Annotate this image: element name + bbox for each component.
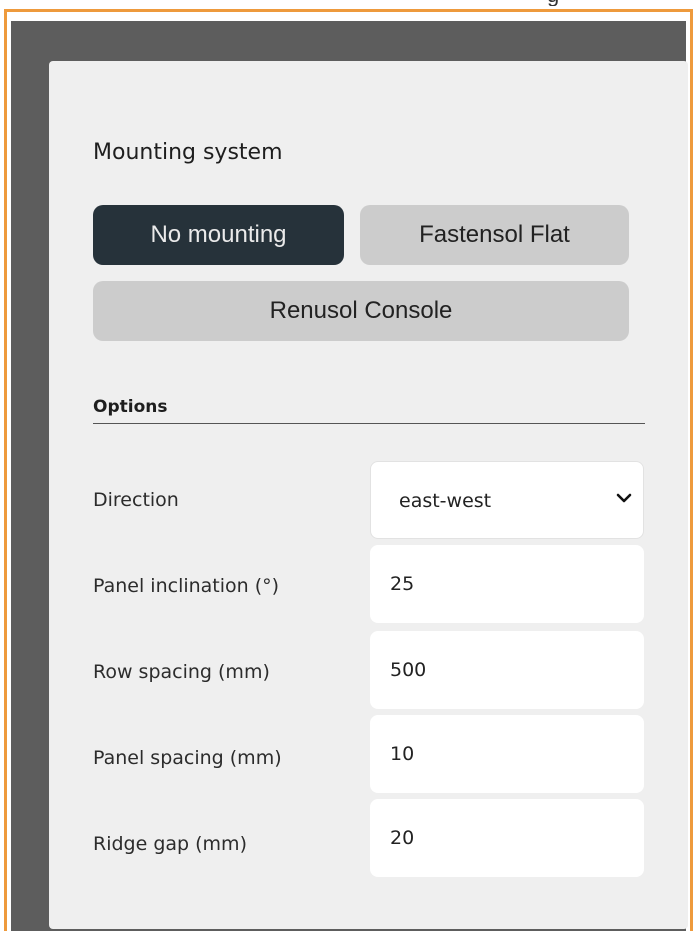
mounting-option-fastensol-flat[interactable]: Fastensol Flat <box>360 205 629 265</box>
direction-select-value: east-west <box>399 490 492 512</box>
panel-spacing-label: Panel spacing (mm) <box>93 747 282 769</box>
panel-spacing-input[interactable] <box>370 715 644 793</box>
options-heading: Options <box>93 397 168 417</box>
options-divider <box>93 423 645 424</box>
row-spacing-label: Row spacing (mm) <box>93 661 270 683</box>
ridge-gap-input[interactable] <box>370 799 644 877</box>
clipped-text-fragment: g <box>547 0 607 6</box>
mounting-option-renusol-console[interactable]: Renusol Console <box>93 281 629 341</box>
chevron-down-icon <box>616 493 632 503</box>
direction-select[interactable]: east-west <box>370 461 644 539</box>
direction-label: Direction <box>93 489 179 511</box>
panel-inclination-label: Panel inclination (°) <box>93 575 280 597</box>
ridge-gap-label: Ridge gap (mm) <box>93 833 247 855</box>
mounting-option-no-mounting[interactable]: No mounting <box>93 205 344 265</box>
backdrop: Mounting system No mounting Fastensol Fl… <box>11 21 688 931</box>
row-spacing-input[interactable] <box>370 631 644 709</box>
mounting-panel: Mounting system No mounting Fastensol Fl… <box>49 61 688 929</box>
panel-inclination-input[interactable] <box>370 545 644 623</box>
section-title: Mounting system <box>93 140 283 165</box>
